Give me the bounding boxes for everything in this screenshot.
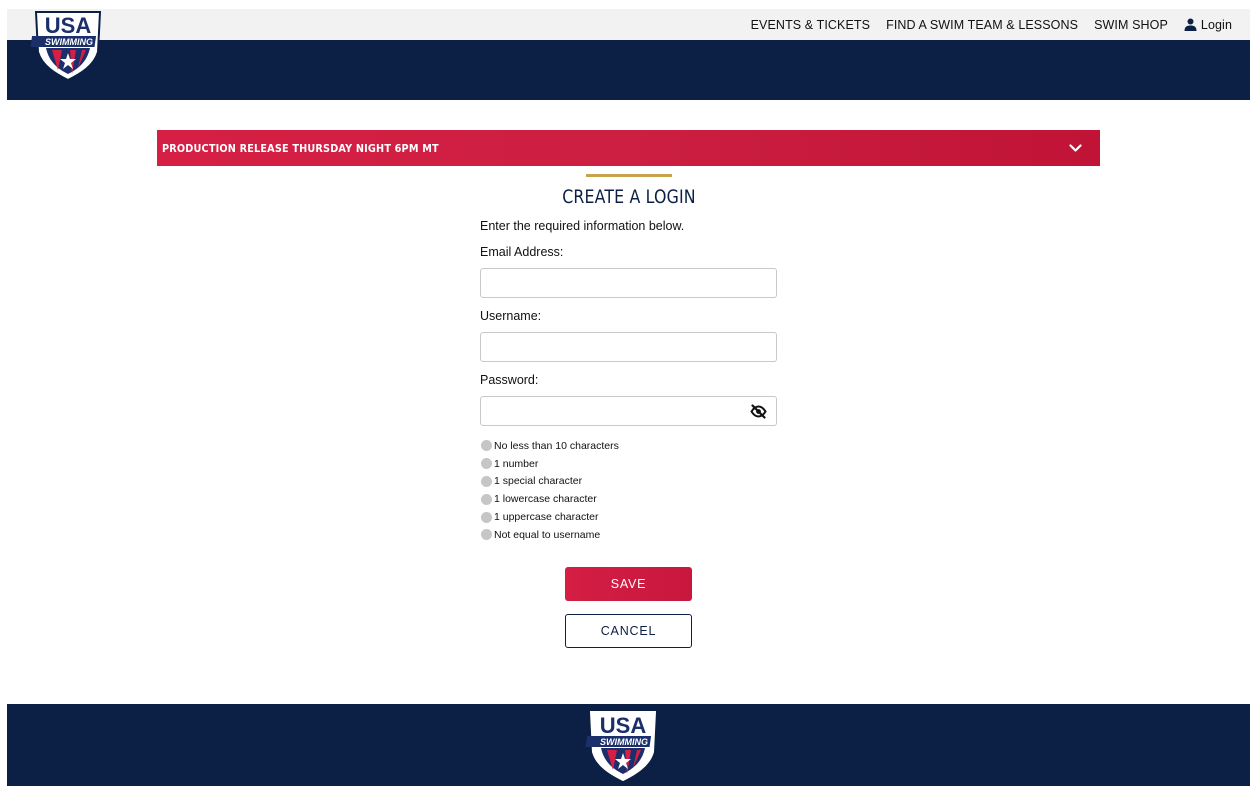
- requirement-status-icon: [481, 475, 492, 487]
- requirement-text: 1 number: [494, 457, 539, 470]
- username-field[interactable]: [481, 333, 776, 361]
- page-title: CREATE A LOGIN: [562, 186, 696, 208]
- requirement-text: 1 uppercase character: [494, 511, 599, 524]
- requirement-text: 1 special character: [494, 475, 583, 488]
- logo-swimming-text: SWIMMING: [45, 37, 93, 47]
- announcement-banner[interactable]: PRODUCTION RELEASE THURSDAY NIGHT 6PM MT: [157, 130, 1100, 166]
- requirement-item: 1 uppercase character: [481, 508, 619, 526]
- save-button[interactable]: SAVE: [565, 567, 692, 601]
- requirement-item: 1 special character: [481, 473, 619, 491]
- footer-logo-usa-text: USA: [600, 713, 647, 738]
- requirement-item: 1 number: [481, 455, 619, 473]
- announcement-text: PRODUCTION RELEASE THURSDAY NIGHT 6PM MT: [162, 141, 439, 155]
- requirement-text: Not equal to username: [494, 528, 601, 541]
- nav-swim-shop[interactable]: SWIM SHOP: [1094, 18, 1168, 32]
- form-instructions: Enter the required information below.: [480, 219, 685, 233]
- nav-find-swim-team[interactable]: FIND A SWIM TEAM & LESSONS: [886, 18, 1078, 32]
- footer: USA SWIMMING: [7, 704, 1250, 786]
- password-requirements: No less than 10 characters 1 number 1 sp…: [481, 437, 619, 544]
- password-field-wrapper: [480, 396, 777, 426]
- user-icon: [1184, 18, 1197, 31]
- nav-events-tickets[interactable]: EVENTS & TICKETS: [751, 18, 870, 32]
- requirement-text: 1 lowercase character: [494, 493, 597, 506]
- eye-slash-icon[interactable]: [750, 404, 767, 419]
- password-field[interactable]: [481, 397, 776, 425]
- email-field-wrapper: [480, 268, 777, 298]
- login-link[interactable]: Login: [1184, 18, 1232, 32]
- title-accent-line: [586, 174, 672, 177]
- footer-logo-swimming-text: SWIMMING: [600, 737, 648, 747]
- logo-usa-text: USA: [45, 13, 92, 38]
- requirement-item: No less than 10 characters: [481, 437, 619, 455]
- requirement-status-icon: [481, 440, 492, 452]
- username-field-wrapper: [480, 332, 777, 362]
- usa-swimming-footer-logo[interactable]: USA SWIMMING: [585, 708, 661, 784]
- requirement-item: 1 lowercase character: [481, 490, 619, 508]
- requirement-status-icon: [481, 458, 492, 470]
- password-label: Password:: [480, 373, 539, 387]
- email-label: Email Address:: [480, 245, 564, 259]
- usa-swimming-logo[interactable]: USA SWIMMING: [30, 8, 106, 84]
- username-label: Username:: [480, 309, 542, 323]
- top-navigation: EVENTS & TICKETS FIND A SWIM TEAM & LESS…: [751, 9, 1232, 40]
- email-field[interactable]: [481, 269, 776, 297]
- login-label: Login: [1200, 17, 1232, 32]
- requirement-status-icon: [481, 493, 492, 505]
- requirement-item: Not equal to username: [481, 526, 619, 544]
- requirement-status-icon: [481, 511, 492, 523]
- chevron-down-icon[interactable]: [1069, 143, 1082, 153]
- requirement-status-icon: [481, 529, 492, 541]
- header-band: [7, 40, 1250, 100]
- requirement-text: No less than 10 characters: [494, 439, 619, 452]
- cancel-button[interactable]: CANCEL: [565, 614, 692, 648]
